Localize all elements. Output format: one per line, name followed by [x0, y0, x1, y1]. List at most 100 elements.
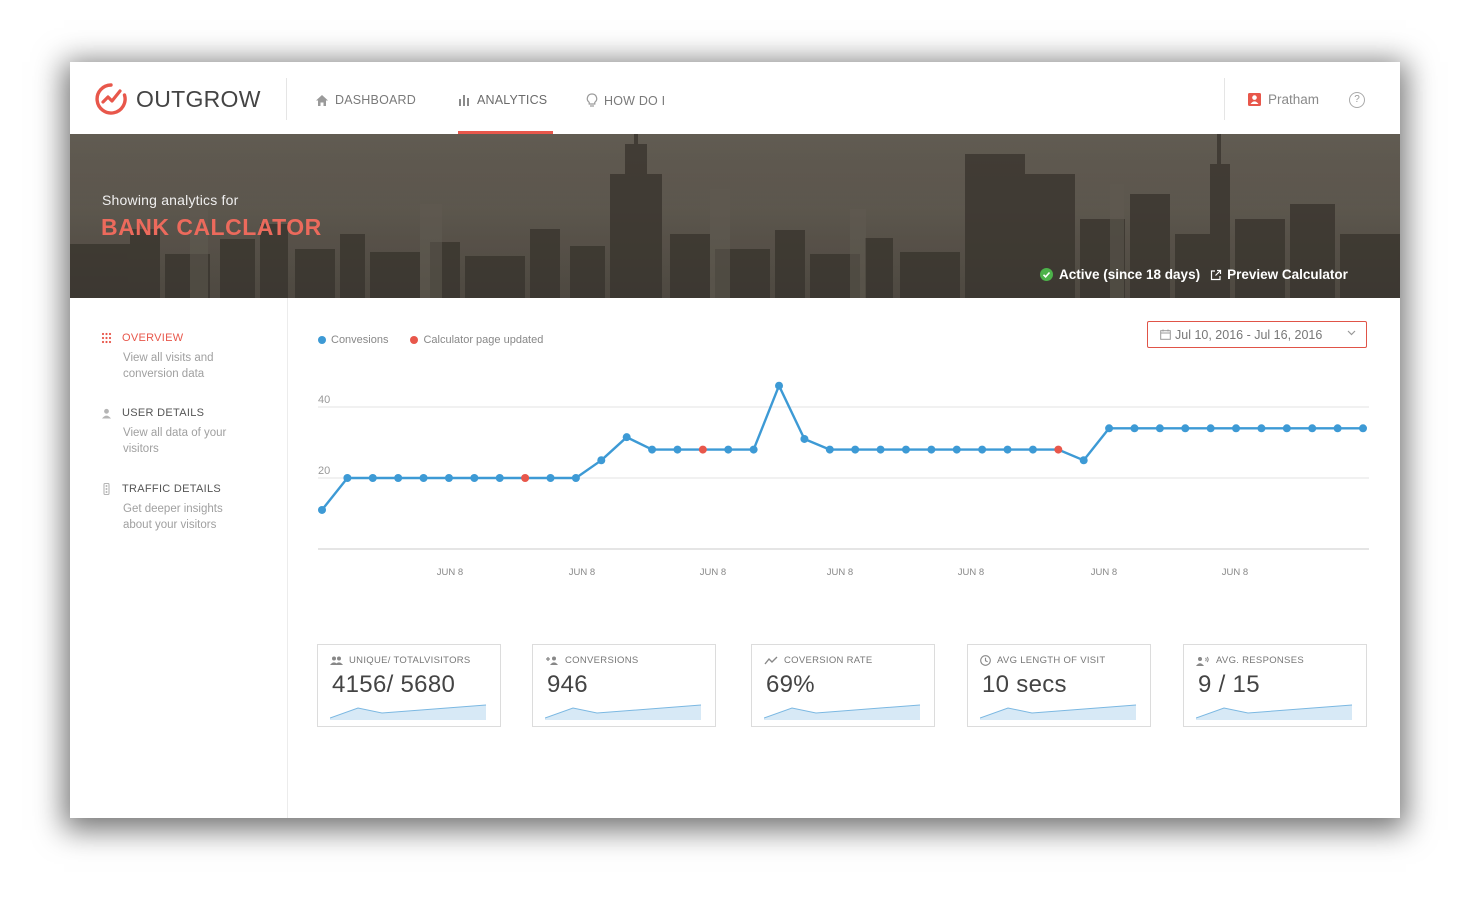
- trend-line-icon: [764, 656, 778, 665]
- date-range-value: Jul 10, 2016 - Jul 16, 2016: [1175, 327, 1323, 342]
- user-badge-icon: [1248, 93, 1261, 106]
- sparkline: [330, 704, 487, 720]
- data-point: [318, 505, 326, 514]
- legend-item-conversions[interactable]: Convesions: [318, 334, 388, 346]
- sidebar-item-overview[interactable]: OVERVIEW View all visits and conversion …: [101, 332, 271, 382]
- legend-item-updated[interactable]: Calculator page updated: [410, 334, 543, 346]
- check-circle-icon: [1040, 268, 1053, 281]
- data-point-updated: [698, 445, 707, 454]
- stat-card-visitors: UNIQUE/ TOTALVISITORS 4156/ 5680: [317, 644, 501, 727]
- x-tick-label: JUN 8: [437, 567, 463, 578]
- user-plus-icon: [546, 656, 558, 665]
- sidebar-item-label: USER DETAILS: [122, 407, 205, 419]
- stat-card-avg-length: AVG LENGTH OF VISIT 10 secs: [967, 644, 1151, 727]
- data-point: [368, 474, 377, 482]
- sidebar-item-description: Get deeper insights about your visitors: [123, 503, 223, 531]
- data-point: [622, 433, 631, 442]
- stat-value: 4156/ 5680: [332, 671, 456, 698]
- data-point: [495, 474, 504, 482]
- legend-label: Calculator page updated: [423, 334, 544, 346]
- nav-label: HOW DO I: [604, 93, 666, 108]
- nav-label: DASHBOARD: [335, 93, 416, 107]
- stat-value: 69%: [766, 671, 815, 698]
- y-tick-label: 40: [318, 394, 330, 406]
- legend-dot: [318, 336, 326, 344]
- preview-label: Preview Calculator: [1227, 267, 1348, 282]
- data-point: [901, 445, 910, 454]
- stat-card-conversions: CONVERSIONS 946: [532, 644, 716, 727]
- data-point: [825, 445, 834, 454]
- x-tick-label: JUN 8: [1091, 567, 1117, 578]
- traffic-light-icon: [103, 483, 110, 495]
- sidebar-item-description: View all data of your visitors: [123, 427, 227, 455]
- series-line-conversions: [321, 384, 1363, 511]
- data-point: [1003, 445, 1012, 454]
- megaphone-icon: [1196, 656, 1209, 666]
- data-point-updated: [1054, 445, 1063, 454]
- grid-dots-icon: [101, 332, 112, 344]
- logo[interactable]: OUTGROW: [94, 82, 261, 116]
- users-icon: [330, 656, 343, 665]
- home-icon: [316, 94, 328, 106]
- legend-dot: [410, 336, 419, 344]
- nav-label: ANALYTICS: [477, 93, 548, 107]
- x-tick-label: JUN 8: [1222, 567, 1248, 578]
- data-point: [546, 474, 555, 482]
- chevron-down-icon: [1347, 330, 1356, 336]
- status-bar: Active (since 18 days) Preview Calculato…: [1040, 267, 1348, 282]
- data-point: [851, 445, 860, 454]
- user-menu[interactable]: Pratham: [1248, 92, 1319, 107]
- chart-legend: Convesions Calculator page updated: [318, 334, 565, 346]
- stat-label: COVERSION RATE: [784, 655, 873, 666]
- data-point: [1130, 424, 1139, 433]
- data-point: [444, 474, 453, 482]
- data-point: [775, 381, 784, 390]
- sidebar-item-description: View all visits and conversion data: [123, 352, 214, 380]
- x-tick-label: JUN 8: [958, 567, 984, 578]
- sidebar-item-user-details[interactable]: USER DETAILS View all data of your visit…: [101, 407, 271, 457]
- data-point: [1257, 424, 1266, 433]
- sparkline: [1196, 704, 1353, 720]
- nav-divider: [1224, 78, 1225, 120]
- preview-calculator-link[interactable]: Preview Calculator: [1210, 267, 1348, 282]
- question-circle-icon[interactable]: ?: [1349, 92, 1365, 108]
- stat-label: AVG LENGTH OF VISIT: [997, 655, 1106, 666]
- data-point: [673, 445, 682, 454]
- data-point: [800, 434, 809, 443]
- stat-value: 9 / 15: [1198, 671, 1260, 698]
- nav-item-dashboard[interactable]: DASHBOARD: [315, 93, 416, 107]
- bar-chart-icon: [459, 95, 469, 106]
- stat-label: AVG. RESPONSES: [1216, 655, 1304, 666]
- data-point: [1155, 424, 1164, 433]
- nav-divider: [286, 78, 287, 120]
- data-point: [1359, 424, 1367, 433]
- data-point: [978, 445, 987, 454]
- top-navbar: OUTGROW DASHBOARD ANALYTICS HOW DO I Pra…: [70, 62, 1400, 134]
- sparkline: [764, 704, 921, 720]
- sidebar-item-traffic-details[interactable]: TRAFFIC DETAILS Get deeper insights abou…: [101, 483, 271, 533]
- date-range-picker[interactable]: Jul 10, 2016 - Jul 16, 2016: [1147, 321, 1367, 348]
- data-point-updated: [521, 474, 530, 482]
- data-point: [1028, 445, 1037, 454]
- stat-card-avg-responses: AVG. RESPONSES 9 / 15: [1183, 644, 1367, 727]
- sidebar-item-label: TRAFFIC DETAILS: [122, 483, 222, 495]
- nav-item-analytics[interactable]: ANALYTICS: [458, 93, 547, 107]
- data-point: [1308, 424, 1317, 433]
- data-point: [952, 445, 961, 454]
- data-point: [749, 445, 758, 454]
- logo-text: OUTGROW: [136, 85, 261, 112]
- data-point: [1282, 424, 1291, 433]
- data-point: [1232, 424, 1241, 433]
- clock-icon: [980, 655, 991, 666]
- lightbulb-icon: [586, 93, 598, 107]
- outgrow-logo-icon: [95, 83, 127, 115]
- legend-label: Convesions: [331, 334, 389, 346]
- hero-subtitle: Showing analytics for: [102, 192, 239, 208]
- data-point: [419, 474, 428, 482]
- stat-card-conversion-rate: COVERSION RATE 69%: [751, 644, 935, 727]
- stat-label: UNIQUE/ TOTALVISITORS: [349, 655, 471, 666]
- status-text: Active (since 18 days): [1059, 267, 1201, 282]
- sparkline: [980, 704, 1137, 720]
- sparkline: [545, 704, 702, 720]
- nav-item-how-do-i[interactable]: HOW DO I: [586, 93, 665, 108]
